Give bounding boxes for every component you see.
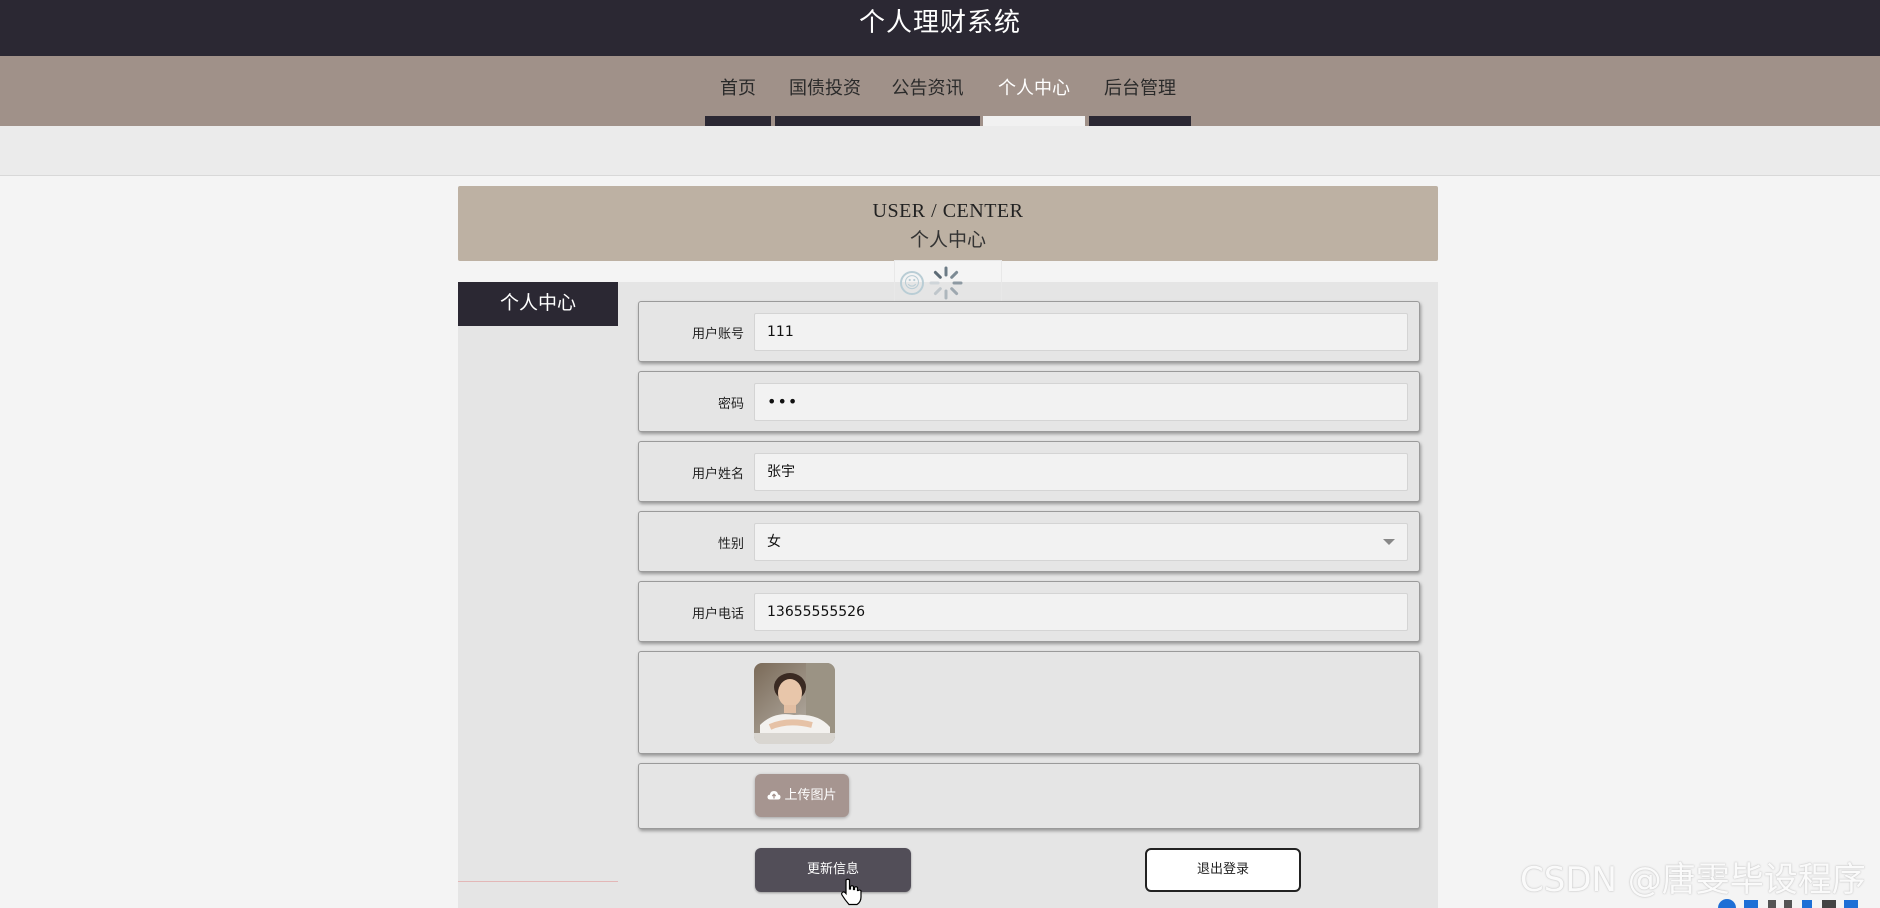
page-header: USER / CENTER 个人中心 [458,186,1438,261]
field-label: 性别 [717,537,744,552]
emoji-icon: ☺ [900,271,924,295]
page-title-en: USER / CENTER [872,200,1024,222]
nav-item-underline [775,116,980,126]
upload-image-button[interactable]: 上传图片 [755,774,849,817]
upload-button-label: 上传图片 [784,788,837,803]
main-navbar: 首页 国债投资 公告资讯 个人中心 后台管理 [0,56,1880,126]
field-label: 密码 [717,397,744,412]
nav-menu: 首页 国债投资 公告资讯 个人中心 后台管理 [705,56,1191,126]
nav-item-home[interactable]: 首页 [705,56,771,126]
name-input[interactable]: 张宇 [754,453,1408,491]
form-row-password: 密码 ••• [638,371,1420,432]
loading-spinner-icon [929,266,963,300]
sub-band [0,126,1880,176]
nav-item-label[interactable]: 公告资讯 [875,74,980,100]
form-row-upload: 上传图片 [638,763,1420,829]
field-label: 用户账号 [691,327,744,342]
phone-input[interactable]: 13655555526 [754,593,1408,631]
select-caret-icon [1383,539,1395,545]
gender-select[interactable]: 女 [754,523,1408,561]
nav-item-label: 后台管理 [1104,78,1176,99]
nav-item-underline [983,116,1085,126]
form-row-account: 用户账号 111 [638,301,1420,362]
sidebar: 个人中心 [458,282,618,882]
sidebar-item-user-center[interactable]: 个人中心 [458,282,618,326]
nav-item-label: 首页 [720,78,756,99]
hand-cursor-icon [841,878,862,906]
nav-item-user-center[interactable]: 个人中心 [983,56,1085,126]
logout-button[interactable]: 退出登录 [1145,848,1301,892]
site-title: 个人理财系统 [858,8,1021,38]
password-input[interactable]: ••• [754,383,1408,421]
form-row-phone: 用户电话 13655555526 [638,581,1420,642]
nav-item-label: 个人中心 [998,78,1070,99]
form-row-name: 用户姓名 张宇 [638,441,1420,502]
form-row-avatar [638,651,1420,754]
update-info-button[interactable]: 更新信息 [755,848,911,892]
page-title-zh: 个人中心 [909,230,986,251]
gender-select-value: 女 [767,534,781,550]
nav-item-admin[interactable]: 后台管理 [1089,56,1191,126]
system-tray [1718,899,1858,908]
nav-item-underline [705,116,771,126]
field-label: 用户电话 [691,607,744,622]
nav-item-bond-investment[interactable]: 国债投资 公告资讯 [775,56,980,126]
field-label: 用户姓名 [691,467,744,482]
nav-item-label: 国债投资 [789,78,861,99]
avatar [754,663,835,744]
account-input[interactable]: 111 [754,313,1408,351]
form-row-gender: 性别 女 [638,511,1420,572]
nav-item-underline [1089,116,1191,126]
cloud-upload-icon [767,791,781,800]
